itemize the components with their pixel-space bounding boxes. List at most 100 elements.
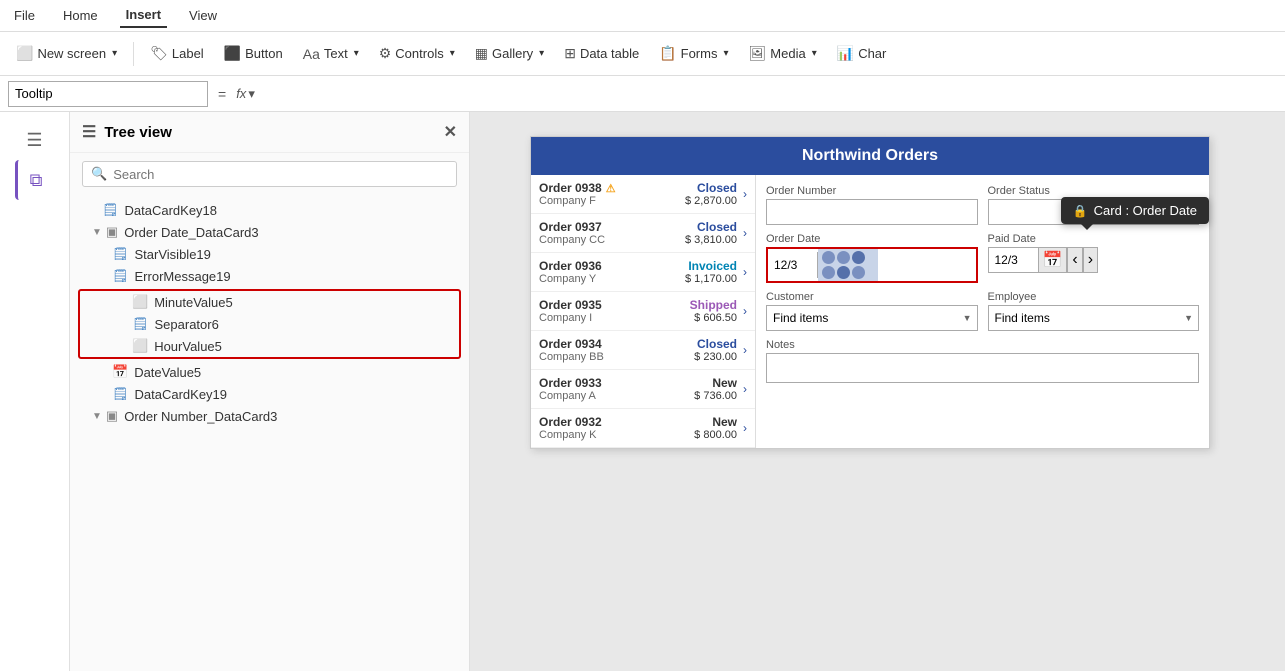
- order-row-0935[interactable]: Order 0935 Company I Shipped $ 606.50 ›: [531, 292, 755, 331]
- group2-icon: ▣: [106, 408, 118, 424]
- tree-item-datacardkey18[interactable]: 🗒 DataCardKey18: [70, 199, 469, 221]
- tree-item-datevalue5[interactable]: 📅 DateValue5: [70, 361, 469, 383]
- forms-button[interactable]: 📋 Forms ▾: [651, 41, 736, 66]
- controls-button[interactable]: ⚙ Controls ▾: [371, 41, 463, 66]
- customer-select-wrapper: Find items: [766, 305, 978, 331]
- tree-item-starvisible19[interactable]: 🗒 StarVisible19: [70, 243, 469, 265]
- tree-item-ordernumber-datacard3[interactable]: ▼ ▣ Order Number_DataCard3: [70, 405, 469, 427]
- chevron-text-icon: ▾: [354, 48, 359, 59]
- tree-item-hourvalue5[interactable]: ⬜ HourValue5: [80, 335, 459, 357]
- order-status-label: Order Status: [988, 185, 1200, 197]
- menu-view[interactable]: View: [183, 4, 223, 27]
- media-icon: 🖼: [749, 45, 767, 62]
- customer-label: Customer: [766, 291, 978, 303]
- label-icon: 🏷: [150, 45, 168, 62]
- controls-icon: ⚙: [379, 45, 392, 62]
- tree-item-orderdate-datacard3[interactable]: ▼ ▣ Order Date_DataCard3: [70, 221, 469, 243]
- calendar-icon: 📅: [1043, 250, 1063, 270]
- tree-header-left: ☰ Tree view: [82, 122, 172, 142]
- order-company-0933: Company A: [539, 390, 694, 402]
- amount-0936: $ 1,170.00: [685, 273, 737, 285]
- order-row-0938[interactable]: Order 0938 ⚠ Company F Closed $ 2,870.00…: [531, 175, 755, 214]
- arrow-icon-0932: ›: [743, 421, 747, 435]
- tree-header: ☰ Tree view ✕: [70, 112, 469, 153]
- search-box: 🔍: [82, 161, 457, 187]
- northwind-body: Order 0938 ⚠ Company F Closed $ 2,870.00…: [531, 175, 1209, 448]
- order-list: Order 0938 ⚠ Company F Closed $ 2,870.00…: [531, 175, 756, 448]
- tooltip-card: 🔒 Card : Order Date: [1061, 197, 1209, 224]
- employee-select[interactable]: Find items: [988, 305, 1200, 331]
- employee-select-wrapper: Find items: [988, 305, 1200, 331]
- star-icon: 🗒: [112, 246, 129, 262]
- order-date-input[interactable]: [768, 252, 818, 278]
- expand-arrow2-icon: ▼: [92, 411, 102, 422]
- text-button[interactable]: Aa Text ▾: [295, 42, 367, 66]
- button-button[interactable]: ⬛ Button: [216, 41, 291, 66]
- arrow-icon-0937: ›: [743, 226, 747, 240]
- menu-home[interactable]: Home: [57, 4, 104, 27]
- northwind-header: Northwind Orders: [531, 137, 1209, 175]
- order-row-0932[interactable]: Order 0932 Company K New $ 800.00 ›: [531, 409, 755, 448]
- expand-arrow-icon: ▼: [92, 227, 102, 238]
- paid-date-field: Paid Date 📅 ‹ ›: [988, 233, 1200, 283]
- order-company-0935: Company I: [539, 312, 690, 324]
- menu-insert[interactable]: Insert: [120, 3, 167, 28]
- status-0933: New: [694, 376, 737, 390]
- tree-item-minutevalue5[interactable]: ⬜ MinuteValue5: [80, 291, 459, 313]
- order-row-0937[interactable]: Order 0937 Company CC Closed $ 3,810.00 …: [531, 214, 755, 253]
- main-layout: ☰ ⧉ ☰ Tree view ✕ 🔍 🗒 DataCardKey18: [0, 112, 1285, 671]
- new-screen-button[interactable]: ⬜ New screen ▾: [8, 41, 125, 66]
- paid-date-nav-btn2[interactable]: ›: [1083, 247, 1098, 273]
- paid-date-picker-btn[interactable]: 📅: [1038, 247, 1068, 273]
- toolbar: ⬜ New screen ▾ 🏷 Label ⬛ Button Aa Text …: [0, 32, 1285, 76]
- card2-icon: 🗒: [112, 386, 129, 402]
- formula-select-input[interactable]: [8, 81, 208, 107]
- tree-item-datacardkey19[interactable]: 🗒 DataCardKey19: [70, 383, 469, 405]
- tree-item-errormessage19[interactable]: 🗒 ErrorMessage19: [70, 265, 469, 287]
- tree-item-separator6[interactable]: 🗒 Separator6: [80, 313, 459, 335]
- northwind-card: Northwind Orders Order 0938 ⚠ Company F: [530, 136, 1210, 449]
- screen-icon: ⬜: [16, 45, 33, 62]
- customer-select[interactable]: Find items: [766, 305, 978, 331]
- amount-0937: $ 3,810.00: [685, 234, 737, 246]
- paid-date-nav-btn[interactable]: ‹: [1067, 247, 1082, 273]
- status-0932: New: [694, 415, 737, 429]
- detail-row-notes: Notes: [766, 339, 1199, 388]
- order-row-0934[interactable]: Order 0934 Company BB Closed $ 230.00 ›: [531, 331, 755, 370]
- media-button[interactable]: 🖼 Media ▾: [741, 41, 825, 66]
- gallery-icon: ▦: [475, 45, 488, 62]
- arrow-icon-0933: ›: [743, 382, 747, 396]
- sidebar-hamburger[interactable]: ☰: [15, 120, 55, 160]
- employee-label: Employee: [988, 291, 1200, 303]
- order-number-input[interactable]: [766, 199, 978, 225]
- card-icon: 🗒: [102, 202, 119, 218]
- search-input[interactable]: [113, 167, 448, 182]
- paid-date-input[interactable]: [988, 247, 1038, 273]
- tree-view-title: Tree view: [104, 124, 172, 141]
- text-icon: Aa: [303, 46, 320, 62]
- data-table-button[interactable]: ⊞ Data table: [556, 41, 647, 66]
- label-button[interactable]: 🏷 Label: [142, 41, 212, 66]
- status-0935: Shipped: [690, 298, 737, 312]
- order-num-0938: Order 0938 ⚠: [539, 181, 685, 195]
- date-icon: 📅: [112, 364, 128, 380]
- fx-button[interactable]: fx ▾: [236, 86, 255, 102]
- detail-row-3: Customer Find items Employee: [766, 291, 1199, 331]
- arrow-icon-0935: ›: [743, 304, 747, 318]
- order-row-0933[interactable]: Order 0933 Company A New $ 736.00 ›: [531, 370, 755, 409]
- order-row-0936[interactable]: Order 0936 Company Y Invoiced $ 1,170.00…: [531, 253, 755, 292]
- amount-0933: $ 736.00: [694, 390, 737, 402]
- menu-file[interactable]: File: [8, 4, 41, 27]
- chevron-media-icon: ▾: [812, 48, 817, 59]
- close-button[interactable]: ✕: [444, 122, 457, 142]
- arrow-icon-0938: ›: [743, 187, 747, 201]
- sidebar-layers[interactable]: ⧉: [15, 160, 55, 200]
- status-0937: Closed: [685, 220, 737, 234]
- hamburger-icon[interactable]: ☰: [82, 122, 96, 142]
- order-company-0936: Company Y: [539, 273, 685, 285]
- notes-textarea[interactable]: [766, 353, 1199, 383]
- order-company-0938: Company F: [539, 195, 685, 207]
- chart-button[interactable]: 📊 Char: [829, 41, 895, 66]
- gallery-button[interactable]: ▦ Gallery ▾: [467, 41, 552, 66]
- order-num-0935: Order 0935: [539, 298, 690, 312]
